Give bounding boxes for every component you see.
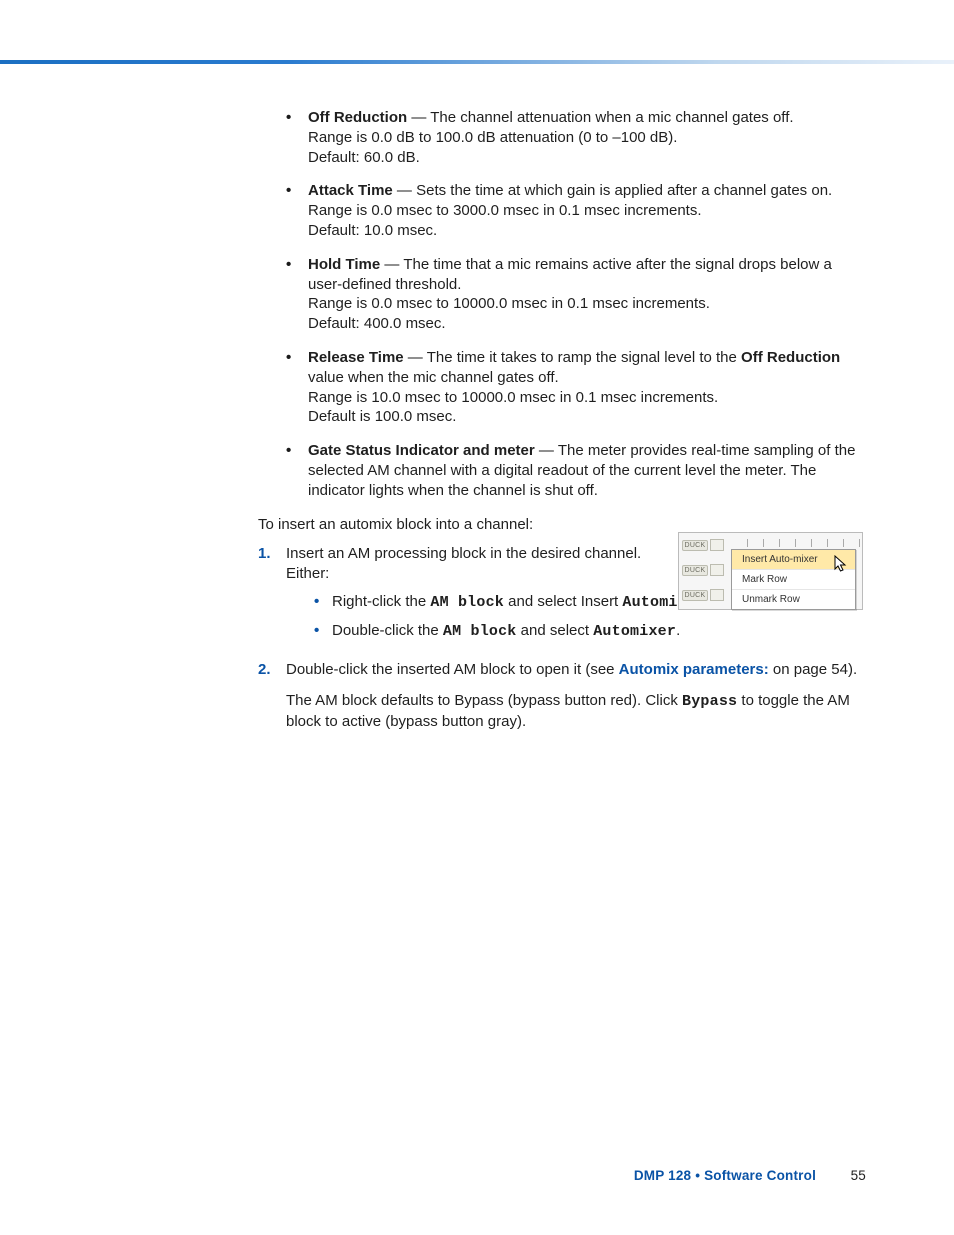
bullet-off-reduction: • Off Reduction — The channel attenuatio… <box>286 108 868 167</box>
bullet-line3: Default is 100.0 msec. <box>308 408 456 425</box>
step-number: 1. <box>258 544 286 649</box>
bullet-body: Hold Time — The time that a mic remains … <box>308 255 868 334</box>
sub-bullet-mark: • <box>314 592 332 613</box>
step-2-bypass-code: Bypass <box>682 693 737 710</box>
sub-a-mid: and select Insert <box>504 593 622 610</box>
bullet-body: Attack Time — Sets the time at which gai… <box>308 181 868 240</box>
bullet-body: Gate Status Indicator and meter — The me… <box>308 441 868 500</box>
bullet-gate-status: • Gate Status Indicator and meter — The … <box>286 441 868 500</box>
step-2: 2. Double-click the inserted AM block to… <box>258 660 868 732</box>
bullet-title: Gate Status Indicator and meter <box>308 442 535 459</box>
sub-a-code: AM block <box>430 594 504 611</box>
bullet-line2: Range is 0.0 msec to 3000.0 msec in 0.1 … <box>308 202 702 219</box>
footer-page-number: 55 <box>832 1168 866 1183</box>
figure-row-3: DUCK <box>682 586 724 604</box>
parameter-bullets: • Off Reduction — The channel attenuatio… <box>286 108 868 501</box>
bullet-dash: — <box>404 349 427 366</box>
bullet-mark: • <box>286 181 308 240</box>
bullet-line1: The channel attenuation when a mic chann… <box>430 109 793 126</box>
bullet-title: Hold Time <box>308 256 380 273</box>
step-1-sub-b: • Double-click the AM block and select A… <box>314 621 868 642</box>
sub-a-pre: Right-click the <box>332 593 430 610</box>
bullet-title: Off Reduction <box>308 109 407 126</box>
figure-row-box <box>710 589 724 601</box>
step-number: 2. <box>258 660 286 732</box>
step-2-para2-a: The AM block defaults to Bypass (bypass … <box>286 692 682 709</box>
sub-bullet-mark: • <box>314 621 332 642</box>
figure-row-2: DUCK <box>682 561 724 579</box>
bullet-dash: — <box>380 256 403 273</box>
bullet-line3: Default: 60.0 dB. <box>308 149 420 166</box>
bullet-line1a: The time it takes to ramp the signal lev… <box>427 349 741 366</box>
bullet-attack-time: • Attack Time — Sets the time at which g… <box>286 181 868 240</box>
bullet-dash: — <box>407 109 430 126</box>
step-2-pre: Double-click the inserted AM block to op… <box>286 661 619 678</box>
bullet-line3: Default: 10.0 msec. <box>308 222 437 239</box>
context-menu-figure: DUCK DUCK DUCK Insert Auto-mixer Mark Ro… <box>678 532 863 610</box>
figure-row-1: DUCK <box>682 536 724 554</box>
figure-grid-ticks <box>747 535 860 547</box>
bullet-hold-time: • Hold Time — The time that a mic remain… <box>286 255 868 334</box>
bullet-mark: • <box>286 108 308 167</box>
sub-b-code: AM block <box>443 623 517 640</box>
sub-bullet-body: Double-click the AM block and select Aut… <box>332 621 868 642</box>
bullet-title: Release Time <box>308 349 404 366</box>
menu-item-unmark-row[interactable]: Unmark Row <box>732 590 855 609</box>
bullet-line1c: value when the mic channel gates off. <box>308 369 559 386</box>
sub-b-pre: Double-click the <box>332 622 443 639</box>
cursor-icon <box>834 555 848 573</box>
page-body: • Off Reduction — The channel attenuatio… <box>258 108 868 742</box>
bullet-mark: • <box>286 255 308 334</box>
bullet-line1: Sets the time at which gain is applied a… <box>416 182 832 199</box>
bullet-line2: Range is 10.0 msec to 10000.0 msec in 0.… <box>308 389 718 406</box>
bullet-mark: • <box>286 348 308 427</box>
page-top-accent <box>0 60 954 64</box>
figure-row-box <box>710 539 724 551</box>
bullet-body: Off Reduction — The channel attenuation … <box>308 108 868 167</box>
bullet-mark: • <box>286 441 308 500</box>
automix-parameters-link[interactable]: Automix parameters: <box>619 661 769 678</box>
bullet-release-time: • Release Time — The time it takes to ra… <box>286 348 868 427</box>
step-1-text: Insert an AM processing block in the des… <box>286 544 666 584</box>
sub-b-post: . <box>676 622 680 639</box>
figure-row-tag: DUCK <box>682 590 708 601</box>
bullet-line3: Default: 400.0 msec. <box>308 315 446 332</box>
bullet-line2: Range is 0.0 msec to 10000.0 msec in 0.1… <box>308 295 710 312</box>
footer-chapter: DMP 128 • Software Control <box>634 1168 816 1183</box>
bullet-line2: Range is 0.0 dB to 100.0 dB attenuation … <box>308 129 677 146</box>
bullet-body: Release Time — The time it takes to ramp… <box>308 348 868 427</box>
bullet-dash: — <box>393 182 416 199</box>
sub-b-code2: Automixer <box>593 623 676 640</box>
bullet-title: Attack Time <box>308 182 393 199</box>
figure-row-tag: DUCK <box>682 540 708 551</box>
step-2-post: on page 54). <box>769 661 857 678</box>
bullet-dash: — <box>535 442 558 459</box>
step-body: Double-click the inserted AM block to op… <box>286 660 868 732</box>
page-footer: DMP 128 • Software Control 55 <box>634 1168 866 1183</box>
figure-row-box <box>710 564 724 576</box>
sub-b-mid: and select <box>517 622 594 639</box>
bullet-inline-bold: Off Reduction <box>741 349 840 366</box>
figure-row-tag: DUCK <box>682 565 708 576</box>
